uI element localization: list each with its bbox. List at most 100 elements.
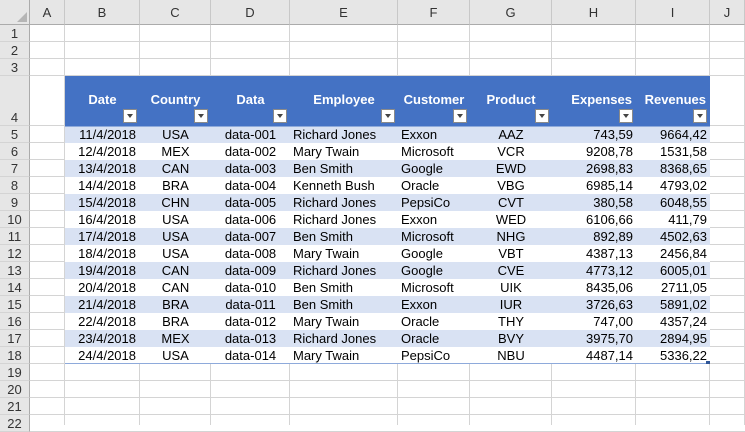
column-header-g[interactable]: G [470, 0, 552, 25]
row-header-2[interactable]: 2 [0, 42, 30, 59]
cell-expenses[interactable]: 9208,78 [552, 143, 636, 160]
cell-employee[interactable]: Mary Twain [290, 313, 398, 330]
cell-date[interactable]: 19/4/2018 [65, 262, 140, 279]
cell-data[interactable]: data-012 [211, 313, 290, 330]
cell-customer[interactable]: Exxon [398, 126, 470, 143]
cell-employee[interactable]: Richard Jones [290, 194, 398, 211]
cell-country[interactable]: BRA [140, 296, 211, 313]
cell-expenses[interactable]: 3975,70 [552, 330, 636, 347]
column-header-e[interactable]: E [290, 0, 398, 25]
cell-country[interactable]: USA [140, 245, 211, 262]
select-all-corner[interactable] [0, 0, 30, 25]
cell-data[interactable]: data-006 [211, 211, 290, 228]
row-header-11[interactable]: 11 [0, 228, 30, 245]
row-header-18[interactable]: 18 [0, 347, 30, 364]
cell-product[interactable]: IUR [470, 296, 552, 313]
cell-customer[interactable]: Microsoft [398, 143, 470, 160]
cell-revenues[interactable]: 8368,65 [636, 160, 710, 177]
cell-date[interactable]: 24/4/2018 [65, 347, 140, 364]
cell-country[interactable]: CAN [140, 279, 211, 296]
cell-country[interactable]: MEX [140, 330, 211, 347]
cell-date[interactable]: 23/4/2018 [65, 330, 140, 347]
cell-customer[interactable]: PepsiCo [398, 194, 470, 211]
cell-data[interactable]: data-013 [211, 330, 290, 347]
cell-date[interactable]: 13/4/2018 [65, 160, 140, 177]
filter-dropdown-icon[interactable] [693, 109, 707, 123]
cell-revenues[interactable]: 5891,02 [636, 296, 710, 313]
filter-dropdown-icon[interactable] [273, 109, 287, 123]
cell-customer[interactable]: Oracle [398, 313, 470, 330]
cell-revenues[interactable]: 9664,42 [636, 126, 710, 143]
cell-country[interactable]: MEX [140, 143, 211, 160]
cell-revenues[interactable]: 2711,05 [636, 279, 710, 296]
row-header-5[interactable]: 5 [0, 126, 30, 143]
cell-employee[interactable]: Ben Smith [290, 279, 398, 296]
row-header-3[interactable]: 3 [0, 59, 30, 76]
cell-data[interactable]: data-008 [211, 245, 290, 262]
cell-employee[interactable]: Richard Jones [290, 330, 398, 347]
cell-data[interactable]: data-004 [211, 177, 290, 194]
cell-revenues[interactable]: 6048,55 [636, 194, 710, 211]
row-header-6[interactable]: 6 [0, 143, 30, 160]
filter-dropdown-icon[interactable] [453, 109, 467, 123]
cell-expenses[interactable]: 3726,63 [552, 296, 636, 313]
cell-revenues[interactable]: 5336,22 [636, 347, 710, 364]
cell-data[interactable]: data-003 [211, 160, 290, 177]
cell-revenues[interactable]: 2456,84 [636, 245, 710, 262]
cell-data[interactable]: data-005 [211, 194, 290, 211]
row-header-12[interactable]: 12 [0, 245, 30, 262]
cell-revenues[interactable]: 2894,95 [636, 330, 710, 347]
column-header-j[interactable]: J [710, 0, 745, 25]
cell-revenues[interactable]: 411,79 [636, 211, 710, 228]
cell-country[interactable]: USA [140, 228, 211, 245]
cell-expenses[interactable]: 4387,13 [552, 245, 636, 262]
filter-dropdown-icon[interactable] [619, 109, 633, 123]
cell-country[interactable]: USA [140, 347, 211, 364]
cell-date[interactable]: 12/4/2018 [65, 143, 140, 160]
cell-employee[interactable]: Mary Twain [290, 347, 398, 364]
row-header-20[interactable]: 20 [0, 381, 30, 398]
cell-country[interactable]: CAN [140, 160, 211, 177]
cell-revenues[interactable]: 4793,02 [636, 177, 710, 194]
cell-customer[interactable]: Google [398, 245, 470, 262]
cell-expenses[interactable]: 4773,12 [552, 262, 636, 279]
row-header-8[interactable]: 8 [0, 177, 30, 194]
cell-employee[interactable]: Richard Jones [290, 126, 398, 143]
cell-employee[interactable]: Ben Smith [290, 296, 398, 313]
filter-dropdown-icon[interactable] [123, 109, 137, 123]
cell-product[interactable]: WED [470, 211, 552, 228]
cell-customer[interactable]: Oracle [398, 330, 470, 347]
column-header-h[interactable]: H [552, 0, 636, 25]
column-header-b[interactable]: B [65, 0, 140, 25]
cell-country[interactable]: CAN [140, 262, 211, 279]
cell-employee[interactable]: Ben Smith [290, 228, 398, 245]
cell-expenses[interactable]: 2698,83 [552, 160, 636, 177]
cell-data[interactable]: data-014 [211, 347, 290, 364]
cell-data[interactable]: data-002 [211, 143, 290, 160]
table-resize-handle[interactable] [706, 361, 710, 364]
cell-date[interactable]: 15/4/2018 [65, 194, 140, 211]
row-header-22[interactable]: 22 [0, 415, 30, 432]
cell-expenses[interactable]: 6985,14 [552, 177, 636, 194]
cell-product[interactable]: CVT [470, 194, 552, 211]
row-header-15[interactable]: 15 [0, 296, 30, 313]
cell-customer[interactable]: Microsoft [398, 228, 470, 245]
cell-date[interactable]: 20/4/2018 [65, 279, 140, 296]
row-header-13[interactable]: 13 [0, 262, 30, 279]
filter-dropdown-icon[interactable] [194, 109, 208, 123]
column-header-f[interactable]: F [398, 0, 470, 25]
cell-expenses[interactable]: 380,58 [552, 194, 636, 211]
cell-product[interactable]: NBU [470, 347, 552, 364]
cell-product[interactable]: CVE [470, 262, 552, 279]
cell-data[interactable]: data-009 [211, 262, 290, 279]
cell-date[interactable]: 11/4/2018 [65, 126, 140, 143]
row-header-14[interactable]: 14 [0, 279, 30, 296]
cell-product[interactable]: VCR [470, 143, 552, 160]
cell-employee[interactable]: Ben Smith [290, 160, 398, 177]
filter-dropdown-icon[interactable] [535, 109, 549, 123]
cell-customer[interactable]: Exxon [398, 296, 470, 313]
cell-expenses[interactable]: 4487,14 [552, 347, 636, 364]
column-header-i[interactable]: I [636, 0, 710, 25]
cell-date[interactable]: 18/4/2018 [65, 245, 140, 262]
cell-customer[interactable]: Exxon [398, 211, 470, 228]
